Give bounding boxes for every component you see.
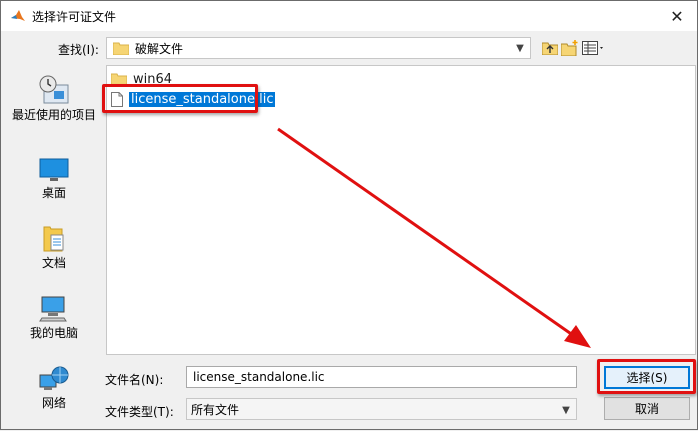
place-label: 网络 [41, 396, 66, 410]
annotation-highlight-file [102, 84, 258, 113]
filename-label: 文件名(N): [105, 373, 164, 387]
view-details-icon [582, 41, 603, 55]
filetype-label: 文件类型(T): [105, 405, 174, 419]
filetype-dropdown[interactable]: 所有文件 ▼ [186, 398, 577, 420]
computer-icon [39, 296, 67, 322]
annotation-highlight-select-button [597, 359, 696, 394]
place-label: 最近使用的项目 [11, 108, 96, 122]
chevron-down-icon: ▼ [516, 42, 524, 54]
desktop-icon [39, 158, 69, 181]
new-folder-icon [561, 40, 578, 56]
cancel-button[interactable]: 取消 [604, 397, 690, 420]
place-desktop[interactable]: 桌面 [7, 157, 101, 201]
network-icon [39, 366, 69, 390]
place-computer[interactable]: 我的电脑 [7, 295, 101, 341]
place-network[interactable]: 网络 [7, 365, 101, 411]
folder-icon [113, 42, 129, 55]
place-label: 桌面 [41, 186, 66, 200]
look-in-label: 查找(I): [58, 43, 99, 57]
close-button[interactable]: ✕ [663, 4, 691, 28]
look-in-dropdown[interactable]: 破解文件 ▼ [106, 37, 531, 59]
filename-input[interactable] [186, 366, 577, 388]
window-title: 选择许可证文件 [32, 9, 117, 24]
filetype-value: 所有文件 [191, 402, 240, 417]
place-recent-items[interactable]: 最近使用的项目 [7, 75, 101, 123]
look-in-value: 破解文件 [135, 41, 184, 56]
up-folder-button[interactable] [541, 38, 559, 58]
recent-items-icon [39, 75, 69, 104]
places-bar: 最近使用的项目 桌面 文档 我的电脑 网络 [7, 65, 101, 425]
close-icon: ✕ [670, 6, 684, 26]
documents-icon [43, 226, 64, 252]
cancel-button-label: 取消 [634, 402, 659, 416]
place-documents[interactable]: 文档 [7, 225, 101, 271]
title-bar: 选择许可证文件 ✕ [1, 1, 697, 31]
chevron-down-icon: ▼ [562, 404, 570, 416]
matlab-logo-icon [11, 10, 25, 21]
new-folder-button[interactable] [561, 38, 579, 58]
place-label: 我的电脑 [29, 326, 78, 340]
place-label: 文档 [41, 256, 66, 270]
file-chooser-dialog: 选择许可证文件 ✕ 查找(I): 破解文件 ▼ 最近使用的项目 桌面 文档 我的… [0, 0, 698, 430]
view-menu-button[interactable] [582, 38, 606, 58]
up-folder-icon [542, 42, 558, 55]
